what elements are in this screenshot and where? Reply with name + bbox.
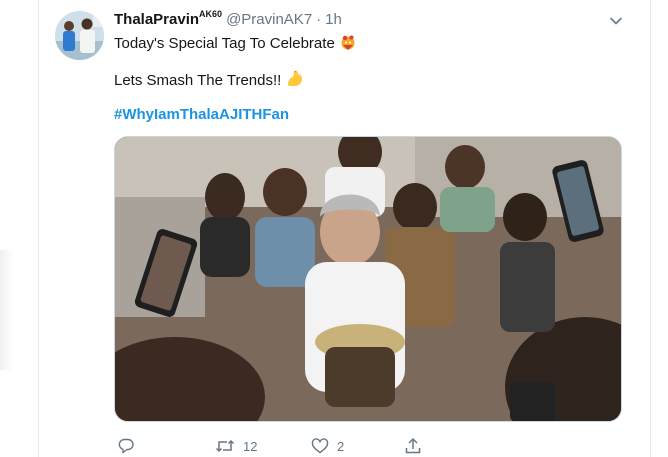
edge-shadow bbox=[0, 250, 14, 370]
display-name[interactable]: ThalaPravinAK60 bbox=[114, 9, 223, 28]
share-icon bbox=[404, 437, 422, 455]
tweet-text-line: Lets Smash The Trends!! bbox=[114, 68, 305, 94]
celebration-emoji-icon bbox=[339, 33, 357, 57]
timestamp[interactable]: 1h bbox=[325, 11, 342, 28]
flexed-biceps-emoji-icon bbox=[285, 68, 305, 94]
chevron-down-icon[interactable] bbox=[608, 14, 624, 28]
heart-icon bbox=[311, 437, 329, 455]
tweet-text: Today's Special Tag To Celebrate bbox=[114, 35, 335, 52]
like-button[interactable]: 2 bbox=[311, 436, 344, 456]
avatar[interactable] bbox=[55, 11, 104, 60]
tweet-text: Lets Smash The Trends!! bbox=[114, 72, 282, 89]
tweet-header: ThalaPravinAK60 @PravinAK7 · 1h bbox=[114, 9, 342, 32]
reply-button[interactable] bbox=[117, 436, 143, 456]
tweet-photo[interactable] bbox=[114, 136, 622, 422]
tweet-actions: 12 2 bbox=[114, 436, 634, 456]
tweet[interactable]: ThalaPravinAK60 @PravinAK7 · 1h Today's … bbox=[39, 0, 650, 457]
display-name-superscript: AK60 bbox=[199, 9, 223, 19]
retweet-button[interactable]: 12 bbox=[215, 436, 257, 456]
tweet-text-line: Today's Special Tag To Celebrate bbox=[114, 33, 357, 57]
reply-icon bbox=[117, 437, 135, 455]
like-count: 2 bbox=[337, 438, 345, 454]
separator-dot: · bbox=[316, 11, 322, 28]
retweet-icon bbox=[215, 437, 235, 455]
timeline-right-border bbox=[650, 0, 651, 457]
retweet-count: 12 bbox=[243, 438, 258, 454]
user-handle[interactable]: @PravinAK7 bbox=[226, 11, 312, 28]
hashtag-link[interactable]: #WhyIamThalaAJITHFan bbox=[114, 106, 289, 123]
share-button[interactable] bbox=[404, 436, 430, 456]
